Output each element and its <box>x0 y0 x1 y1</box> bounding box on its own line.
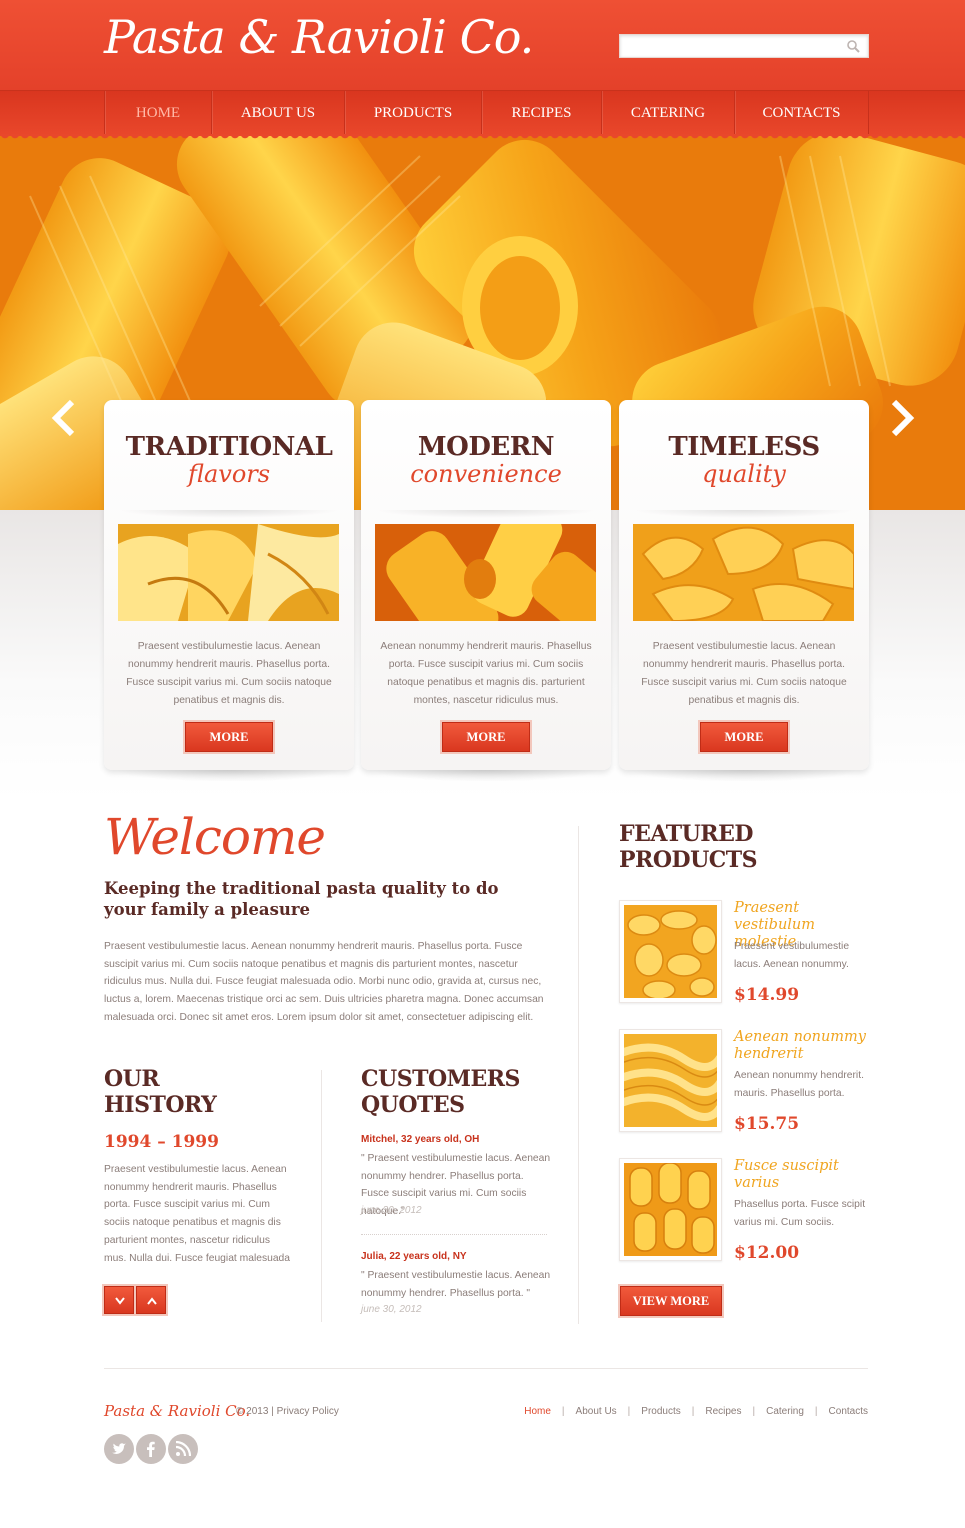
quote-text: " Praesent vestibulumestie lacus. Aenean… <box>361 1270 551 1299</box>
search-input[interactable] <box>620 35 840 57</box>
product-price: $15.75 <box>734 1114 800 1134</box>
product-image[interactable] <box>619 1158 722 1261</box>
featured-title: FEATURED PRODUCTS <box>619 821 758 873</box>
feature-title: MODERN <box>417 432 555 462</box>
footer-link-home[interactable]: Home <box>524 1406 551 1417</box>
more-button[interactable]: More <box>185 722 273 752</box>
footer-nav-separator: | <box>814 1406 818 1417</box>
privacy-policy-link[interactable]: Privacy Policy <box>277 1406 339 1417</box>
product-image[interactable] <box>619 1029 722 1132</box>
card-divider <box>633 510 855 518</box>
feature-text: Aenean nonummy hendrerit mauris. Phasell… <box>380 641 592 706</box>
scroll-down-button[interactable] <box>104 1286 134 1314</box>
feature-image <box>633 524 854 621</box>
feature-text: Praesent vestibulumestie lacus. Aenean n… <box>126 641 332 706</box>
product-description: Phasellus porta. Fusce scipit varius mi.… <box>734 1199 866 1228</box>
nav-about-us[interactable]: About Us <box>211 91 344 137</box>
site-logo[interactable]: Pasta & Ravioli Co. <box>104 10 534 64</box>
product-description: Praesent vestibulumestie lacus. Aenean n… <box>734 941 850 970</box>
product-price: $14.99 <box>734 985 800 1005</box>
quotes-title: CUSTOMERS QUOTES <box>361 1066 520 1118</box>
feature-card: TIMELESS quality Praesent vestibulumesti… <box>619 400 869 782</box>
history-title-line2: HISTORY <box>104 1092 217 1118</box>
nav-contacts[interactable]: Contacts <box>734 91 869 137</box>
chevron-down-icon <box>115 1297 125 1305</box>
feature-subtitle: convenience <box>410 460 562 488</box>
feature-title: TRADITIONAL <box>125 432 333 462</box>
feature-image <box>375 524 596 621</box>
copyright-text: © 2013 <box>236 1406 269 1417</box>
footer-nav: Home | About Us | Products | Recipes | Cater… <box>524 1406 868 1417</box>
quote-date: june 30, 2012 <box>361 1304 422 1315</box>
quote-author: Mitchel, 32 years old, OH <box>361 1134 480 1145</box>
footer-link-about-us[interactable]: About Us <box>576 1406 617 1417</box>
product-name[interactable]: Aenean nonummy hendrerit <box>734 1029 874 1063</box>
card-divider <box>375 510 597 518</box>
column-divider <box>578 826 579 1324</box>
product-image[interactable] <box>619 900 722 1003</box>
rss-icon[interactable] <box>168 1434 198 1464</box>
nav-products[interactable]: Products <box>344 91 481 137</box>
facebook-icon[interactable] <box>136 1434 166 1464</box>
slider-prev-arrow[interactable] <box>48 398 78 438</box>
site-header: Pasta & Ravioli Co. <box>0 0 965 90</box>
footer-link-products[interactable]: Products <box>641 1406 680 1417</box>
quote-author: Julia, 22 years old, NY <box>361 1251 467 1262</box>
nav-catering[interactable]: Catering <box>601 91 734 137</box>
footer-link-catering[interactable]: Catering <box>766 1406 804 1417</box>
welcome-title: Welcome <box>104 808 326 866</box>
history-years: 1994 – 1999 <box>104 1132 219 1152</box>
nav-home[interactable]: Home <box>104 91 211 137</box>
welcome-subtitle: Keeping the traditional pasta quality to… <box>104 879 499 919</box>
feature-text: Praesent vestibulumestie lacus. Aenean n… <box>641 641 847 706</box>
footer-logo[interactable]: Pasta & Ravioli Co. <box>104 1402 250 1420</box>
search-icon[interactable] <box>846 39 860 53</box>
feature-title: TIMELESS <box>668 432 820 462</box>
search-box <box>619 34 869 58</box>
quote-date: june 30, 2012 <box>361 1205 422 1216</box>
twitter-icon[interactable] <box>104 1434 134 1464</box>
history-text: Praesent vestibulumestie lacus. Aenean n… <box>104 1164 291 1264</box>
main-nav: Home About Us Products Recipes Catering … <box>104 91 869 137</box>
feature-subtitle: flavors <box>187 460 271 488</box>
featured-title-line2: PRODUCTS <box>619 847 758 873</box>
more-button[interactable]: More <box>700 722 788 752</box>
feature-card: MODERN convenience Aenean nonummy hendre… <box>361 400 611 782</box>
footer-link-contacts[interactable]: Contacts <box>829 1406 868 1417</box>
product-price: $12.00 <box>734 1243 800 1263</box>
more-button[interactable]: More <box>442 722 530 752</box>
footer-copyright: © 2013 | Privacy Policy <box>236 1406 339 1417</box>
quotes-title-line2: QUOTES <box>361 1092 465 1118</box>
quote-separator <box>361 1234 547 1235</box>
card-divider <box>118 510 340 518</box>
featured-title-line1: FEATURED <box>619 821 753 847</box>
welcome-text: Praesent vestibulumestie lacus. Aenean n… <box>104 941 544 1023</box>
scroll-up-button[interactable] <box>136 1286 166 1314</box>
quotes-title-line1: CUSTOMERS <box>361 1066 520 1092</box>
feature-image <box>118 524 339 621</box>
history-title: OUR HISTORY <box>104 1066 217 1118</box>
footer-nav-separator: | <box>752 1406 756 1417</box>
scallop-edge <box>0 134 965 140</box>
history-title-line1: OUR <box>104 1066 160 1092</box>
footer-nav-separator: | <box>561 1406 565 1417</box>
product-name[interactable]: Fusce suscipit varius <box>734 1158 874 1192</box>
feature-subtitle: quality <box>702 460 786 488</box>
chevron-up-icon <box>147 1297 157 1305</box>
column-divider <box>321 1070 322 1322</box>
footer-nav-separator: | <box>627 1406 631 1417</box>
view-more-button[interactable]: View More <box>620 1286 722 1316</box>
main-navbar: Home About Us Products Recipes Catering … <box>0 90 965 137</box>
product-description: Aenean nonummy hendrerit. mauris. Phasel… <box>734 1070 864 1099</box>
footer-divider <box>104 1368 868 1369</box>
footer-link-recipes[interactable]: Recipes <box>705 1406 741 1417</box>
feature-card: TRADITIONAL flavors Praesent vestibulume… <box>104 400 354 782</box>
nav-recipes[interactable]: Recipes <box>481 91 601 137</box>
footer-nav-separator: | <box>691 1406 695 1417</box>
slider-next-arrow[interactable] <box>888 398 918 438</box>
